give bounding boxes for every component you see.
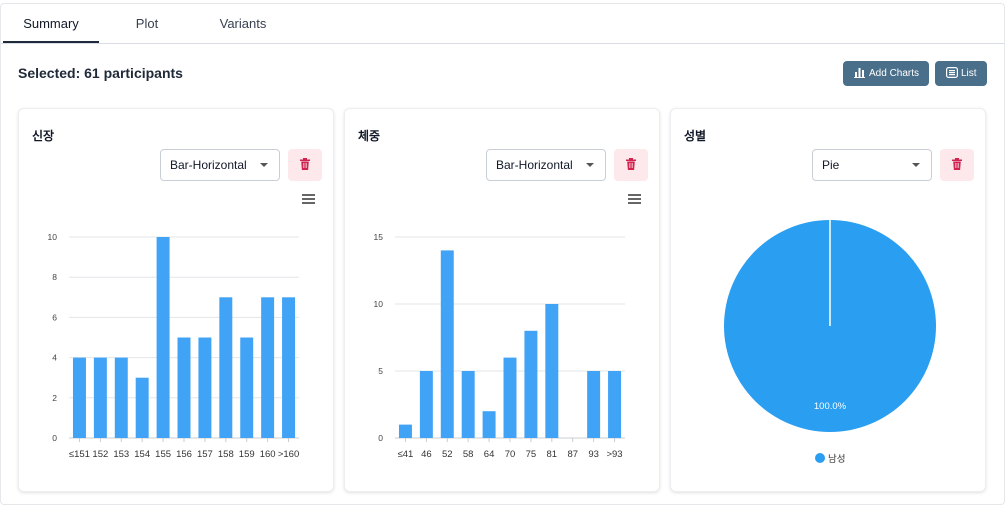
tab-variants[interactable]: Variants (195, 4, 291, 44)
bar (282, 297, 296, 438)
x-tick-label: 152 (92, 449, 108, 460)
x-tick-label: 70 (505, 449, 516, 460)
pie-data-label: 100.0% (814, 401, 847, 412)
tab-summary[interactable]: Summary (3, 4, 99, 44)
bar (587, 371, 601, 438)
sex-pie-chart: 100.0% 남성 (724, 220, 936, 465)
tab-plot[interactable]: Plot (99, 4, 195, 44)
x-tick-label: >93 (606, 449, 622, 460)
bar (240, 337, 254, 438)
x-tick-label: 157 (197, 449, 213, 460)
y-tick-label: 10 (48, 232, 58, 242)
x-tick-label: >160 (278, 449, 299, 460)
bar (156, 237, 170, 438)
x-tick-label: 159 (239, 449, 255, 460)
x-tick-label: 158 (218, 449, 234, 460)
bar (219, 297, 233, 438)
y-tick-label: 6 (52, 312, 57, 322)
tab-bar: Summary Plot Variants (1, 4, 1004, 44)
bar (398, 424, 412, 438)
list-icon (946, 67, 958, 78)
x-tick-label: 75 (526, 449, 537, 460)
x-tick-label: 154 (134, 449, 150, 460)
x-tick-label: 52 (442, 449, 453, 460)
y-tick-label: 15 (374, 232, 384, 242)
summary-panel: Summary Plot Variants Selected: 61 parti… (0, 3, 1005, 505)
bar (524, 330, 538, 438)
add-charts-button[interactable]: Add Charts (843, 61, 930, 86)
add-charts-label: Add Charts (869, 68, 920, 79)
y-tick-label: 8 (52, 272, 57, 282)
bar (261, 297, 275, 438)
bar (135, 377, 149, 438)
height-chart-card: 신장 Bar-Horizontal 0 2 4 6 8 10 ≤151 152 153 154 15… (18, 108, 334, 492)
y-tick-label: 0 (378, 433, 383, 443)
y-tick-label: 5 (378, 366, 383, 376)
x-tick-label: 64 (484, 449, 495, 460)
bar (545, 304, 559, 438)
weight-chart-card: 체중 Bar-Horizontal 0 5 10 15 ≤41 46 52 58 64 70 75 8… (344, 108, 660, 492)
active-tab-indicator (3, 41, 99, 43)
bar (72, 357, 86, 438)
x-tick-label: 58 (463, 449, 474, 460)
sex-chart-card: 성별 Pie 100.0% 남성 (670, 108, 986, 492)
bar (419, 371, 433, 438)
bar (177, 337, 191, 438)
legend-marker (815, 453, 825, 463)
bar (93, 357, 107, 438)
bar (482, 411, 496, 438)
x-tick-label: ≤151 (69, 449, 90, 460)
x-tick-label: 153 (113, 449, 129, 460)
selected-participants-text: Selected: 61 participants (18, 65, 183, 81)
y-tick-label: 0 (52, 433, 57, 443)
bar (608, 371, 622, 438)
x-tick-label: 156 (176, 449, 192, 460)
x-tick-label: ≤41 (398, 449, 414, 460)
x-tick-label: 155 (155, 449, 171, 460)
x-tick-label: 87 (567, 449, 578, 460)
y-tick-label: 10 (374, 299, 384, 309)
list-label: List (961, 68, 977, 79)
bar (114, 357, 128, 438)
x-tick-label: 160 (260, 449, 276, 460)
x-tick-label: 81 (547, 449, 558, 460)
bar (461, 371, 475, 438)
list-button[interactable]: List (935, 61, 987, 86)
bar (503, 357, 517, 438)
y-tick-label: 2 (52, 393, 57, 403)
legend-label: 남성 (828, 454, 845, 465)
x-tick-label: 46 (421, 449, 432, 460)
weight-bar-chart: 0 5 10 15 ≤41 46 52 58 64 70 75 81 87 93 >93 (374, 232, 625, 460)
height-bar-chart: 0 2 4 6 8 10 ≤151 152 153 154 155 156 157 158 159 160 >1… (48, 232, 300, 460)
y-tick-label: 4 (52, 353, 57, 363)
bar (198, 337, 212, 438)
bar-chart-icon (854, 68, 865, 78)
x-tick-label: 93 (588, 449, 599, 460)
bar (440, 250, 454, 438)
